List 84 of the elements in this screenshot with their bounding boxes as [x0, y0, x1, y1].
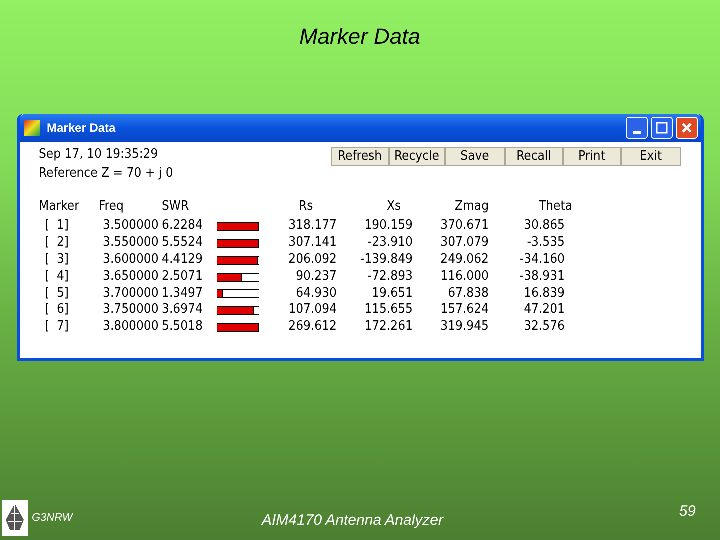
swr-bar [217, 272, 259, 282]
swr-bar [217, 256, 259, 265]
swr-bar [217, 323, 259, 332]
table-cell-text: 172.261 [364, 319, 413, 336]
column-header: Rs [298, 199, 314, 216]
toolbar-button[interactable]: Exit [621, 147, 681, 166]
table-cell-text: 3.650000 [102, 268, 160, 286]
column-header: Theta [538, 199, 574, 216]
table-cell-text: 318.177 [288, 218, 337, 235]
table-cell-text: 3.600000 [102, 252, 160, 269]
table-cell-text: 3.800000 [102, 319, 160, 336]
table-cell-text: [ 3] [44, 252, 70, 269]
table-cell-text: 3.6974 [162, 302, 204, 320]
table-cell-text: 249.062 [440, 252, 489, 269]
table-cell-text: 4.4129 [162, 252, 204, 269]
toolbar-button[interactable]: Refresh [331, 147, 389, 166]
column-header: Marker [39, 199, 80, 216]
window-title: Marker Data [47, 121, 116, 135]
minimize-button[interactable] [626, 117, 648, 139]
swr-bar [217, 306, 259, 316]
table-cell-text: [ 5] [44, 286, 70, 302]
table-cell-text: -3.535 [526, 234, 566, 252]
table-cell-text: -23.910 [366, 234, 413, 252]
table-cell-text: 5.5018 [162, 319, 204, 336]
table-cell-text: 157.624 [440, 302, 489, 320]
page-number: 59 [679, 503, 696, 520]
table-cell-text: 370.671 [440, 218, 489, 235]
toolbar-button[interactable]: Print [563, 147, 621, 166]
toolbar-button[interactable]: Save [445, 147, 505, 166]
table-cell-text: 64.930 [295, 286, 337, 302]
reference-impedance: Reference Z = 70 + j 0 [39, 166, 174, 181]
swr-bar [217, 238, 259, 248]
close-button[interactable] [676, 117, 698, 139]
table-cell-text: [ 6] [44, 302, 70, 320]
column-header: Zmag [454, 199, 489, 216]
slide-title: Marker Data [299, 24, 421, 50]
table-cell-text: 30.865 [523, 218, 566, 235]
table-cell-text: 19.651 [371, 286, 413, 302]
timestamp: Sep 17, 10 19:35:29 [39, 147, 160, 162]
close-icon [681, 122, 693, 134]
table-cell-text: 6.2284 [162, 218, 204, 235]
column-header: Freq [99, 199, 125, 216]
logo-drawing [2, 500, 28, 536]
swr-bar [217, 289, 259, 298]
toolbar-button[interactable]: Recycle [389, 147, 445, 166]
swr-bar [217, 222, 259, 231]
table-cell-text: 90.237 [295, 268, 337, 286]
table-cell-text: 2.5071 [162, 268, 204, 286]
table-cell-text: 16.839 [523, 286, 566, 302]
table-cell-text: -34.160 [518, 252, 566, 269]
table-cell-text: 3.550000 [102, 234, 160, 252]
table-cell-text: 3.500000 [102, 218, 160, 235]
table-cell-text: -72.893 [366, 268, 413, 286]
table-cell-text: 269.612 [288, 319, 337, 336]
table-cell-text: 1.3497 [162, 286, 204, 302]
table-cell-text: 47.201 [523, 302, 566, 320]
table-cell-text: 107.094 [288, 302, 337, 320]
minimize-icon [633, 130, 641, 134]
table-cell-text: 3.750000 [102, 302, 160, 320]
footer-title: AIM4170 Antenna Analyzer [262, 512, 444, 529]
table-cell-text: 3.700000 [102, 286, 160, 302]
table-cell-text: -139.849 [359, 252, 413, 269]
footer-author: G3NRW [32, 512, 73, 524]
table-cell-text: [ 4] [44, 268, 70, 286]
table-cell-text: [ 2] [44, 234, 70, 252]
table-cell-text: 32.576 [523, 319, 566, 336]
app-icon [24, 120, 40, 136]
maximize-icon [656, 122, 668, 134]
table-cell-text: 115.655 [364, 302, 413, 320]
table-cell-text: [ 7] [44, 319, 70, 336]
table-cell-text: 190.159 [364, 218, 413, 235]
table-cell-text: 307.079 [440, 234, 489, 252]
column-header: SWR [162, 199, 190, 216]
maximize-button[interactable] [651, 117, 673, 139]
table-cell-text: -38.931 [518, 268, 566, 286]
table-cell-text: 206.092 [288, 252, 337, 269]
table-cell-text: 116.000 [440, 268, 489, 286]
table-cell-text: [ 1] [44, 218, 70, 235]
table-cell-text: 5.5524 [162, 234, 204, 252]
table-cell-text: 319.945 [440, 319, 489, 336]
table-cell-text: 307.141 [288, 234, 337, 252]
toolbar-button[interactable]: Recall [505, 147, 563, 166]
table-cell-text: 67.838 [447, 286, 489, 302]
column-header: Xs [386, 199, 402, 216]
